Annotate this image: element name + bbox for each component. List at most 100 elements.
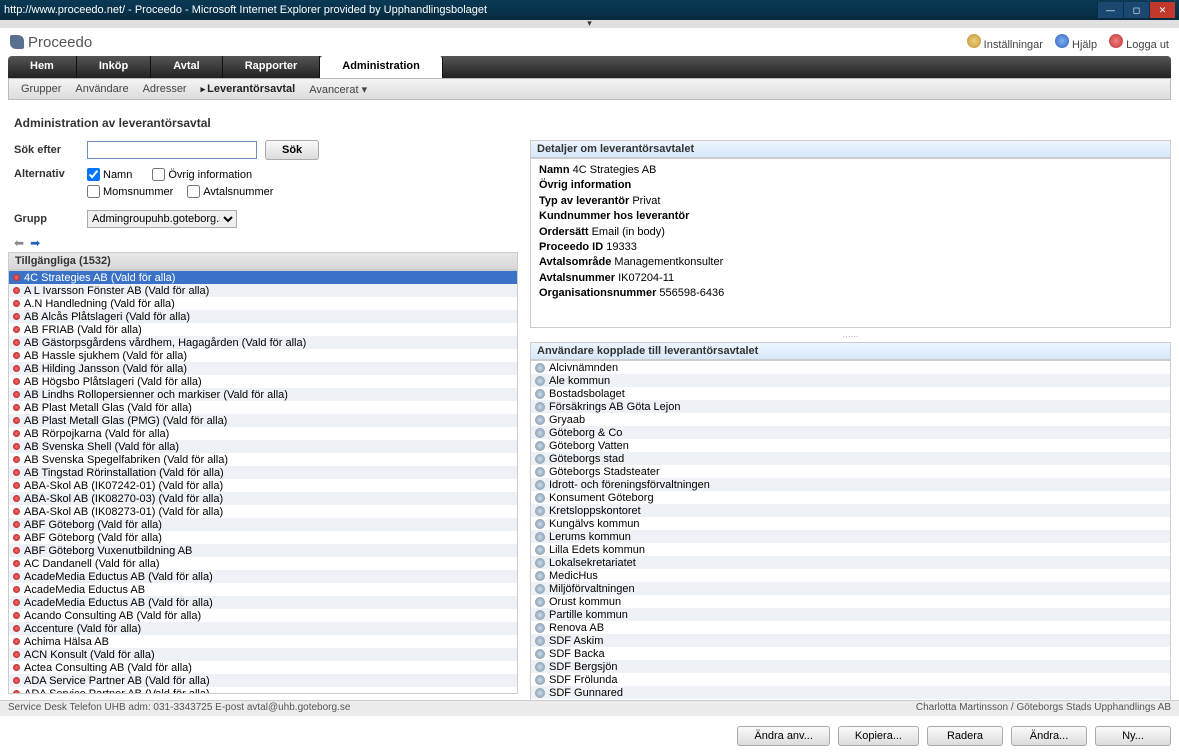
users-list[interactable]: AlcivnämndenAle kommunBostadsbolagetFörs… [530,360,1171,716]
search-input[interactable] [87,141,257,159]
user-row[interactable]: Kungälvs kommun [531,517,1170,530]
supplier-row[interactable]: AB Svenska Shell (Vald för alla) [9,440,517,453]
user-row[interactable]: SDF Gunnared [531,686,1170,699]
subnav-1[interactable]: Användare [75,83,128,95]
supplier-row[interactable]: AcadeMedia Eductus AB (Vald för alla) [9,596,517,609]
checkbox-moms[interactable]: Momsnummer [87,185,173,198]
user-row[interactable]: MedicHus [531,569,1170,582]
supplier-row[interactable]: AB Alcås Plåtslageri (Vald för alla) [9,310,517,323]
tab-inköp[interactable]: Inköp [77,56,151,78]
tab-rapporter[interactable]: Rapporter [223,56,321,78]
subnav-3[interactable]: Leverantörsavtal [201,83,296,95]
supplier-row[interactable]: A.N Handledning (Vald för alla) [9,297,517,310]
prev-arrow-icon[interactable]: ⬅ [14,236,24,250]
settings-link[interactable]: Inställningar [967,34,1043,51]
tab-administration[interactable]: Administration [320,56,443,78]
copy-button[interactable]: Kopiera... [838,726,919,746]
supplier-row[interactable]: AB Plast Metall Glas (Vald för alla) [9,401,517,414]
tab-avtal[interactable]: Avtal [151,56,223,78]
user-row[interactable]: SDF Bergsjön [531,660,1170,673]
supplier-row[interactable]: Accenture (Vald för alla) [9,622,517,635]
supplier-row[interactable]: ADA Service Partner AB (Vald för alla) [9,674,517,687]
user-icon [535,636,545,646]
supplier-row[interactable]: Achima Hälsa AB [9,635,517,648]
user-row[interactable]: SDF Frölunda [531,673,1170,686]
toolbar-toggle[interactable]: ▾ [0,20,1179,28]
suppliers-list[interactable]: 4C Strategies AB (Vald för alla)A L Ivar… [8,270,518,694]
delete-button[interactable]: Radera [927,726,1003,746]
minimize-button[interactable]: — [1097,2,1123,18]
user-row[interactable]: Göteborg & Co [531,426,1170,439]
supplier-row[interactable]: 4C Strategies AB (Vald för alla) [9,271,517,284]
supplier-row[interactable]: AcadeMedia Eductus AB [9,583,517,596]
subnav-2[interactable]: Adresser [143,83,187,95]
next-arrow-icon[interactable]: ➡ [30,236,40,250]
edit-button[interactable]: Ändra... [1011,726,1087,746]
user-row[interactable]: Lerums kommun [531,530,1170,543]
supplier-row[interactable]: AC Dandanell (Vald för alla) [9,557,517,570]
user-row[interactable]: SDF Backa [531,647,1170,660]
new-button[interactable]: Ny... [1095,726,1171,746]
supplier-row[interactable]: AB FRIAB (Vald för alla) [9,323,517,336]
user-row[interactable]: Göteborgs stad [531,452,1170,465]
subnav-4[interactable]: Avancerat ▾ [309,83,367,96]
footer: Service Desk Telefon UHB adm: 031-334372… [0,700,1179,716]
user-row[interactable]: Lokalsekretariatet [531,556,1170,569]
change-user-button[interactable]: Ändra anv... [737,726,830,746]
supplier-row[interactable]: Actea Consulting AB (Vald för alla) [9,661,517,674]
user-row[interactable]: Alcivnämnden [531,361,1170,374]
search-button[interactable]: Sök [265,140,319,160]
status-dot-icon [13,612,20,619]
user-row[interactable]: Partille kommun [531,608,1170,621]
user-row[interactable]: Bostadsbolaget [531,387,1170,400]
supplier-row[interactable]: AB Svenska Spegelfabriken (Vald för alla… [9,453,517,466]
supplier-row[interactable]: ABA-Skol AB (IK07242-01) (Vald för alla) [9,479,517,492]
user-row[interactable]: Försäkrings AB Göta Lejon [531,400,1170,413]
user-row[interactable]: Orust kommun [531,595,1170,608]
status-dot-icon [13,690,20,694]
user-row[interactable]: Lilla Edets kommun [531,543,1170,556]
supplier-row[interactable]: ABF Göteborg (Vald för alla) [9,531,517,544]
supplier-row[interactable]: ADA Service Partner AB (Vald för alla) [9,687,517,694]
user-icon [535,454,545,464]
supplier-row[interactable]: A L Ivarsson Fönster AB (Vald för alla) [9,284,517,297]
user-row[interactable]: Renova AB [531,621,1170,634]
supplier-row[interactable]: AB Högsbo Plåtslageri (Vald för alla) [9,375,517,388]
supplier-row[interactable]: Acando Consulting AB (Vald för alla) [9,609,517,622]
user-row[interactable]: Miljöförvaltningen [531,582,1170,595]
supplier-row[interactable]: ABA-Skol AB (IK08273-01) (Vald för alla) [9,505,517,518]
user-row[interactable]: SDF Askim [531,634,1170,647]
supplier-row[interactable]: AB Tingstad Rörinstallation (Vald för al… [9,466,517,479]
panel-splitter[interactable]: ⋯⋯ [530,332,1171,338]
help-link[interactable]: Hjälp [1055,34,1097,51]
supplier-row[interactable]: AB Hilding Jansson (Vald för alla) [9,362,517,375]
supplier-row[interactable]: AcadeMedia Eductus AB (Vald för alla) [9,570,517,583]
supplier-row[interactable]: AB Lindhs Rollopersienner och markiser (… [9,388,517,401]
user-row[interactable]: Göteborg Vatten [531,439,1170,452]
maximize-button[interactable]: ◻ [1123,2,1149,18]
supplier-row[interactable]: ABF Göteborg (Vald för alla) [9,518,517,531]
checkbox-ovrig[interactable]: Övrig information [152,168,252,181]
supplier-row[interactable]: ABF Göteborg Vuxenutbildning AB [9,544,517,557]
logout-link[interactable]: Logga ut [1109,34,1169,51]
supplier-row[interactable]: AB Gästorpsgårdens vårdhem, Hagagården (… [9,336,517,349]
user-row[interactable]: Konsument Göteborg [531,491,1170,504]
user-row[interactable]: Idrott- och föreningsförvaltningen [531,478,1170,491]
user-row[interactable]: Kretsloppskontoret [531,504,1170,517]
user-row[interactable]: Gryaab [531,413,1170,426]
supplier-row[interactable]: AB Rörpojkarna (Vald för alla) [9,427,517,440]
supplier-row[interactable]: AB Hassle sjukhem (Vald för alla) [9,349,517,362]
subnav-0[interactable]: Grupper [21,83,61,95]
supplier-row[interactable]: AB Plast Metall Glas (PMG) (Vald för all… [9,414,517,427]
user-row[interactable]: Ale kommun [531,374,1170,387]
status-dot-icon [13,456,20,463]
group-select[interactable]: Admingroupuhb.goteborg.se [87,210,237,228]
supplier-row[interactable]: ABA-Skol AB (IK08270-03) (Vald för alla) [9,492,517,505]
close-button[interactable]: ✕ [1149,2,1175,18]
user-row[interactable]: Göteborgs Stadsteater [531,465,1170,478]
checkbox-namn[interactable]: Namn [87,168,132,181]
header-links: Inställningar Hjälp Logga ut [967,34,1169,51]
tab-hem[interactable]: Hem [8,56,77,78]
checkbox-avtal[interactable]: Avtalsnummer [187,185,273,198]
supplier-row[interactable]: ACN Konsult (Vald för alla) [9,648,517,661]
